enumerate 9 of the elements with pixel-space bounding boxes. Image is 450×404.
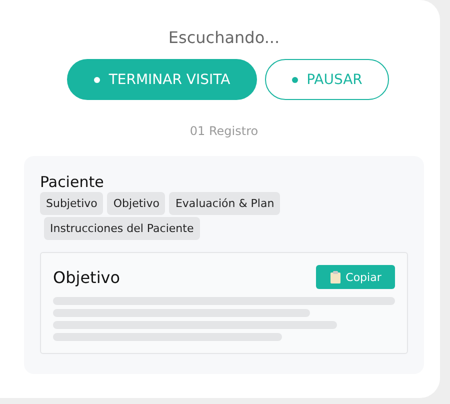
record-count: 01 Registro — [190, 124, 258, 138]
section-tab[interactable]: Instrucciones del Paciente — [44, 217, 200, 240]
section-tab[interactable]: Objetivo — [107, 192, 166, 215]
panel-title: Paciente — [40, 173, 105, 191]
section-tab[interactable]: Evaluación & Plan — [169, 192, 280, 215]
status-text: Escuchando... — [168, 28, 280, 49]
clipboard-icon — [330, 270, 341, 284]
section-title: Objetivo — [53, 268, 120, 286]
section-tab[interactable]: Subjetivo — [40, 192, 104, 215]
